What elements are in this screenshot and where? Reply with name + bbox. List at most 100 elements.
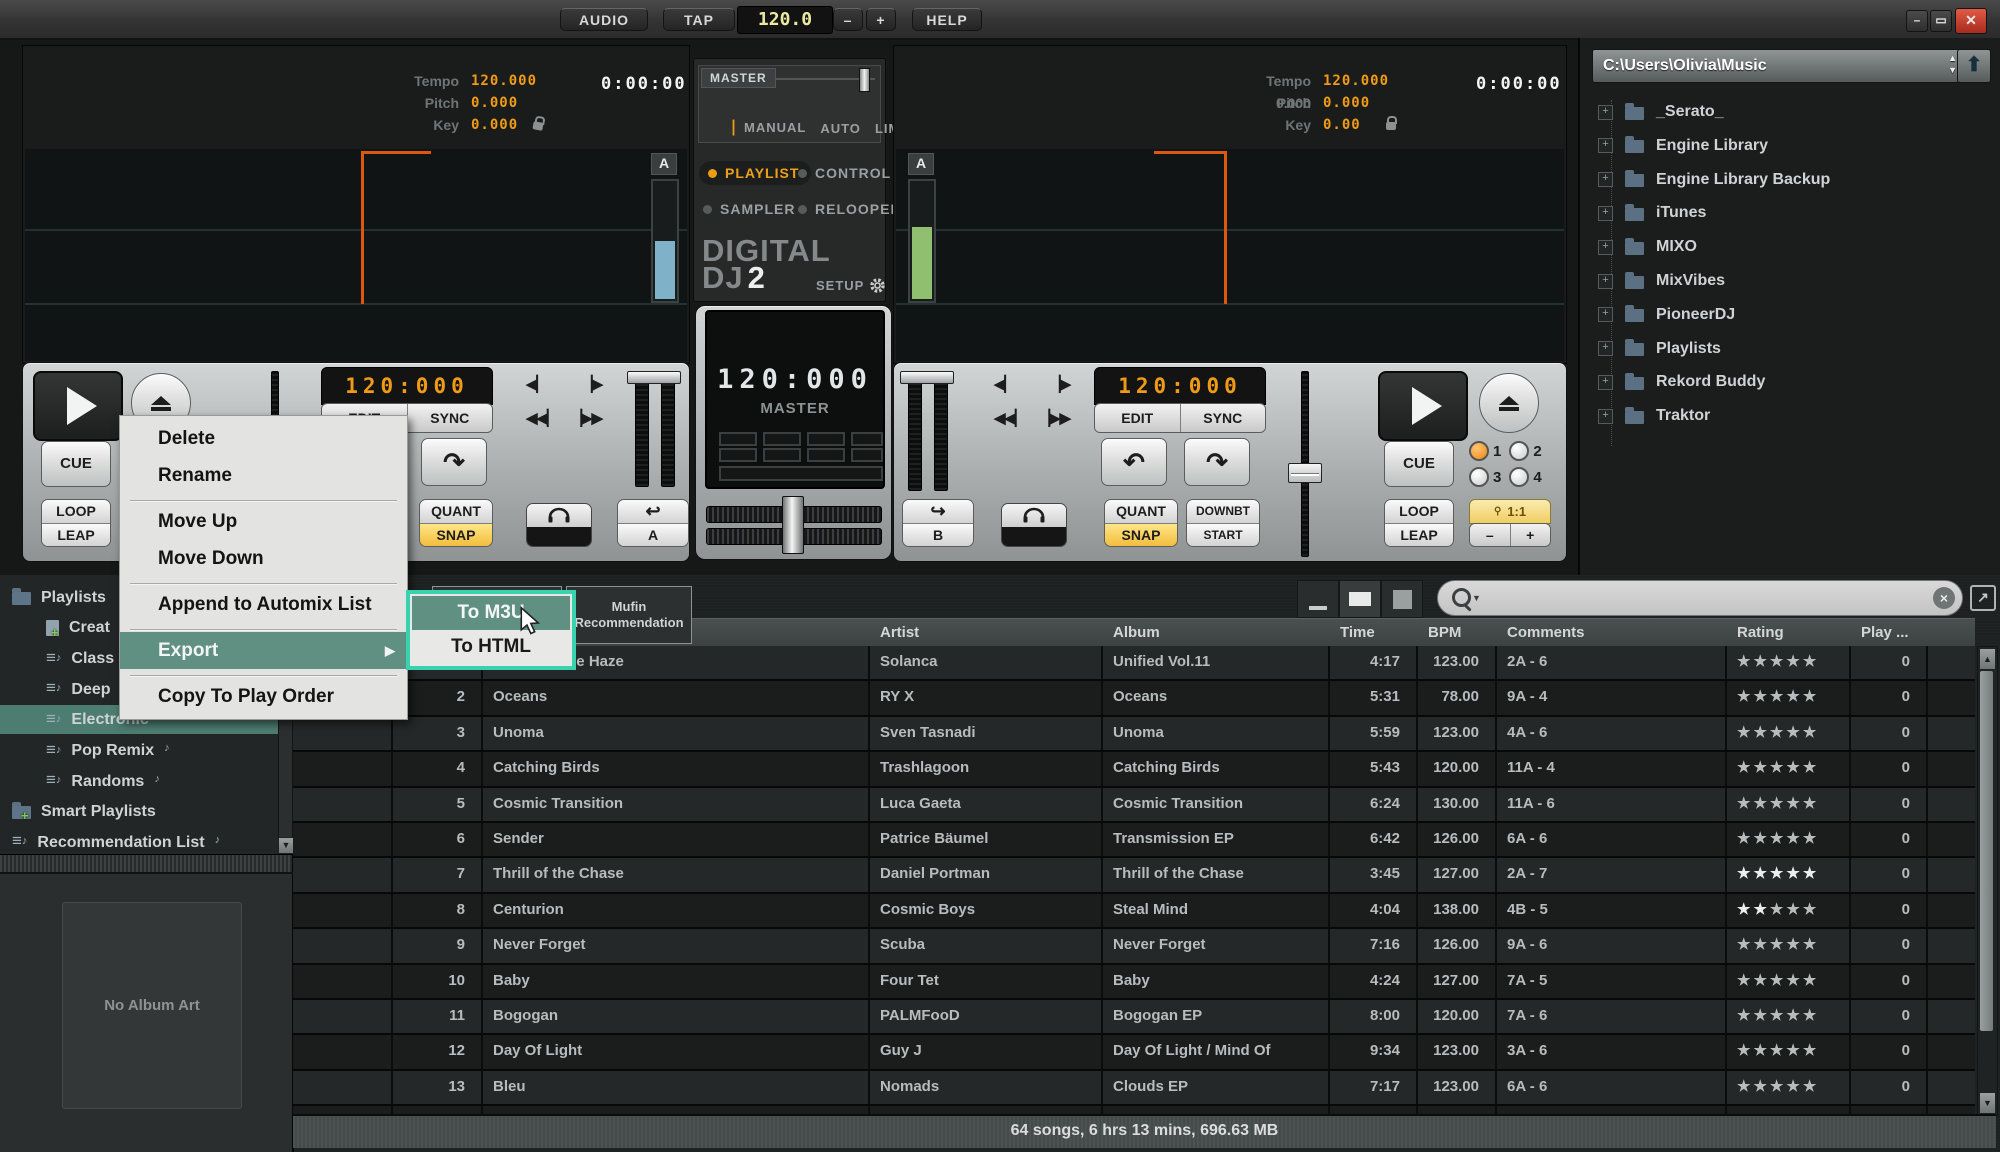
deck-b-loop-out-button[interactable]: ↷ — [1184, 438, 1250, 486]
help-button[interactable]: HELP — [912, 8, 982, 31]
cell-artist[interactable]: Solanca — [870, 646, 1103, 679]
deck-a-seek-back-icon[interactable]: ◀◀▏ — [526, 409, 558, 427]
deck-b-loop-plus-button[interactable]: + — [1510, 524, 1551, 546]
deck-a-loop-button[interactable]: LOOP — [42, 500, 110, 523]
cell-title[interactable]: Oceans — [483, 681, 870, 714]
deck-b-loop-in-button[interactable]: ↶ — [1101, 438, 1167, 486]
cell-rating[interactable]: ★★★★★ — [1727, 646, 1851, 679]
bpm-plus-button[interactable]: + — [866, 8, 896, 31]
deck-b-assign-label[interactable]: B — [903, 523, 973, 547]
cell-artist[interactable]: Scuba — [870, 929, 1103, 962]
deck-a-loop-leap-buttons[interactable]: LOOP LEAP — [41, 499, 111, 547]
maximize-button[interactable]: ▭ — [1930, 10, 1952, 32]
playlist-item[interactable]: ≡ Deep — [46, 675, 126, 704]
table-row[interactable]: 11 Bogogan PALMFooD Bogogan EP 8:00 120.… — [293, 1000, 1975, 1035]
col-comments[interactable]: Comments — [1497, 619, 1727, 647]
cell-album[interactable]: Oceans — [1103, 681, 1330, 714]
deck-b-snap-button[interactable]: SNAP — [1105, 523, 1177, 547]
folder-tree-item[interactable]: + Playlists — [1598, 335, 1721, 363]
deck-b-assign-button[interactable]: ↪ B — [902, 499, 974, 547]
cell-album[interactable]: Never Forget — [1103, 929, 1330, 962]
hotcue-button[interactable]: 4 — [1509, 467, 1541, 487]
deck-a-quant-snap-buttons[interactable]: QUANT SNAP — [419, 499, 493, 547]
deck-a-assign-label[interactable]: A — [618, 523, 688, 547]
cell-artist[interactable]: RY X — [870, 681, 1103, 714]
deck-a-nudge-back-icon[interactable]: ◀▏ — [526, 375, 547, 393]
playlist-scroll-down-icon[interactable]: ▼ — [278, 837, 294, 854]
deck-a-seek-fwd-icon[interactable]: ▕▶▶ — [570, 409, 602, 427]
deck-b-headphone-button[interactable] — [1001, 503, 1067, 547]
table-row[interactable]: 9 Never Forget Scuba Never Forget 7:16 1… — [293, 929, 1975, 964]
context-menu-item[interactable]: Copy To Play Order ▶ — [120, 678, 407, 715]
folder-tree-item[interactable]: + MIXO — [1598, 233, 1697, 261]
folder-up-button[interactable]: ⬆ — [1957, 49, 1991, 83]
cell-album[interactable]: Thrill of the Chase — [1103, 858, 1330, 891]
cell-title[interactable]: Unoma — [483, 717, 870, 750]
playlist-item[interactable]: Playlists — [12, 583, 106, 612]
context-menu-item[interactable]: Export ▶ — [120, 632, 407, 669]
playlist-item[interactable]: + Creat — [46, 614, 110, 643]
deck-a-fader-1[interactable] — [635, 377, 649, 487]
col-bpm[interactable]: BPM — [1418, 619, 1497, 647]
path-dropdown[interactable]: C:\Users\Olivia\Music ▲▼ — [1592, 49, 1966, 83]
deck-b-sync-button[interactable]: SYNC — [1180, 404, 1266, 432]
close-button[interactable]: ✕ — [1955, 8, 1987, 34]
expand-plus-icon[interactable]: + — [1598, 341, 1613, 356]
expand-plus-icon[interactable]: + — [1598, 240, 1613, 255]
deck-a-nudge-buttons[interactable]: ◀▏▕▶ ◀◀▏▕▶▶ — [526, 375, 602, 427]
cell-artist[interactable]: PALMFooD — [870, 1000, 1103, 1033]
cell-album[interactable]: Clouds EP — [1103, 1071, 1330, 1104]
cell-rating[interactable]: ★★★★★ — [1727, 1035, 1851, 1068]
table-row[interactable]: 3 Unoma Sven Tasnadi Unoma 5:59 123.00 4… — [293, 717, 1975, 752]
view-grid-button[interactable] — [1339, 580, 1381, 618]
cell-artist[interactable]: Cosmic Boys — [870, 894, 1103, 927]
deck-a-fader-2[interactable] — [661, 377, 675, 487]
crossfader-handle[interactable] — [782, 496, 804, 554]
deck-b-edit-sync-buttons[interactable]: EDIT SYNC — [1094, 403, 1266, 433]
col-artist[interactable]: Artist — [870, 619, 1103, 647]
master-volume-handle[interactable] — [859, 68, 870, 92]
cell-artist[interactable]: Four Tet — [870, 965, 1103, 998]
playlist-item[interactable]: + Smart Playlists — [12, 797, 156, 826]
folder-tree-item[interactable]: + MixVibes — [1598, 267, 1725, 295]
deck-b-waveform[interactable]: A — [896, 149, 1564, 361]
deck-b-play-button[interactable] — [1378, 371, 1468, 441]
search-input[interactable]: ▼ × — [1437, 580, 1963, 616]
cell-album[interactable]: Steal Mind — [1103, 894, 1330, 927]
playlist-item[interactable]: ≡ Randoms — [46, 767, 160, 796]
col-time[interactable]: Time — [1330, 619, 1418, 647]
table-row[interactable]: 6 Sender Patrice Bäumel Transmission EP … — [293, 823, 1975, 858]
context-menu-item[interactable]: ▶ — [120, 623, 407, 632]
context-menu-item[interactable]: Append to Automix List ▶ — [120, 586, 407, 623]
mufin-recommendation-button[interactable]: Mufin Recommendation — [566, 586, 692, 644]
expand-plus-icon[interactable]: + — [1598, 375, 1613, 390]
deck-b-downbeat-start-buttons[interactable]: DOWNBT START — [1186, 499, 1260, 547]
deck-b-loop-leap-buttons[interactable]: LOOP LEAP — [1384, 499, 1454, 547]
bpm-minus-button[interactable]: – — [833, 8, 863, 31]
tab-control[interactable]: CONTROL — [798, 165, 891, 181]
context-menu-item[interactable]: Move Down ▶ — [120, 540, 407, 577]
deck-b-hotcues[interactable]: 1 2 3 4 — [1469, 441, 1542, 487]
cell-artist[interactable]: Sven Tasnadi — [870, 717, 1103, 750]
cell-title[interactable]: Bleu — [483, 1071, 870, 1104]
folder-tree-item[interactable]: + PioneerDJ — [1598, 301, 1735, 329]
table-scrollbar[interactable]: ▲ ▼ — [1977, 646, 1998, 1116]
table-scroll-thumb[interactable] — [1980, 671, 1993, 1031]
expand-plus-icon[interactable]: + — [1598, 307, 1613, 322]
cell-artist[interactable]: Luca Gaeta — [870, 788, 1103, 821]
hotcue-button[interactable]: 2 — [1509, 441, 1541, 461]
cell-title[interactable]: Baby — [483, 965, 870, 998]
cell-album[interactable]: Bogogan EP — [1103, 1000, 1330, 1033]
cell-album[interactable]: Day Of Light / Mind Of — [1103, 1035, 1330, 1068]
cell-artist[interactable]: Daniel Portman — [870, 858, 1103, 891]
deck-a-fader-handle[interactable] — [627, 371, 681, 384]
expand-plus-icon[interactable]: + — [1598, 274, 1613, 289]
deck-a-leap-button[interactable]: LEAP — [42, 523, 110, 547]
table-row[interactable]: 12 Day Of Light Guy J Day Of Light / Min… — [293, 1035, 1975, 1070]
view-list-button[interactable] — [1297, 580, 1339, 618]
deck-a-waveform[interactable]: A — [25, 149, 687, 361]
context-menu-item[interactable]: ▶ — [120, 494, 407, 503]
cell-artist[interactable]: Guy J — [870, 1035, 1103, 1068]
deck-b-quant-snap-buttons[interactable]: QUANT SNAP — [1104, 499, 1178, 547]
table-row[interactable]: 13 Bleu Nomads Clouds EP 7:17 123.00 6A … — [293, 1071, 1975, 1106]
